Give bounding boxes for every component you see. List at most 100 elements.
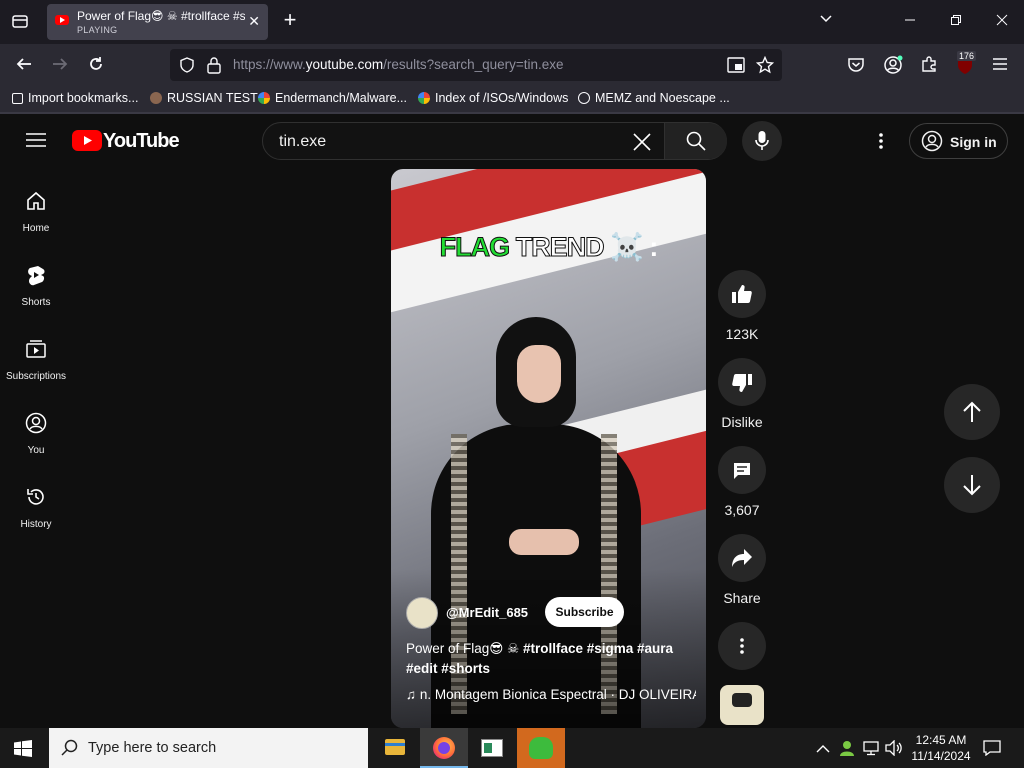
forward-icon[interactable] [50,55,70,79]
address-bar[interactable]: https://www.youtube.com/results?search_q… [170,49,782,81]
notification-center-icon[interactable] [983,740,1001,761]
url-text[interactable]: https://www.youtube.com/results?search_q… [233,57,564,72]
channel-avatar[interactable] [406,597,438,629]
game-app-taskbar-icon[interactable] [517,728,565,768]
sound-source-thumbnail[interactable] [720,685,764,725]
video-overlay-text: FLAG TREND ☠️ : [391,231,706,263]
arrow-up-icon [963,401,981,422]
account-circle-icon [921,130,943,152]
bookmark-import[interactable]: Import bookmarks... [12,91,138,105]
chevron-up-icon[interactable] [816,741,830,759]
voice-search-button[interactable] [742,121,782,161]
sidebar-label: Subscriptions [5,371,67,382]
shield-icon[interactable] [179,57,195,78]
person-face [517,345,561,403]
bookmark-endermanch[interactable]: Endermanch/Malware... [258,91,407,105]
minimize-window-icon[interactable] [900,12,920,32]
system-clock[interactable]: 12:45 AM 11/14/2024 [910,732,972,764]
tab-playing-status: PLAYING [77,25,118,35]
like-count: 123K [725,326,759,342]
new-tab-button[interactable]: + [280,9,300,31]
reload-icon[interactable] [86,55,106,79]
previous-short-button[interactable] [944,384,1000,440]
dislike-circle[interactable] [718,358,766,406]
sidebar-item-you[interactable]: You [0,412,72,456]
search-input[interactable]: tin.exe [279,133,326,151]
share-label: Share [723,590,761,606]
close-window-icon[interactable] [992,12,1012,32]
list-all-tabs-icon[interactable] [10,12,30,36]
guide-menu-icon[interactable] [26,132,46,153]
video-music-track[interactable]: ♫ n. Montagem Bionica Espectral · DJ OLI… [406,687,696,702]
browser-tab-active[interactable]: Power of Flag😎 ☠ #trollface #sigma #aura… [47,4,268,40]
thumbnail-figure [732,693,752,707]
url-prefix: https://www. [233,57,306,72]
bookmark-russian-test[interactable]: RUSSIAN TEST [150,91,258,105]
url-host: youtube.com [305,57,384,72]
taskbar-search-placeholder: Type here to search [88,740,217,756]
windows-start-icon[interactable] [14,740,32,762]
restore-window-icon[interactable] [946,12,966,32]
windows-taskbar: Type here to search 12:45 AM 11/14/2024 [0,728,1024,768]
bookmark-isos-windows[interactable]: Index of /ISOs/Windows [418,91,568,105]
hamburger-menu-icon[interactable] [992,56,1008,77]
lock-icon[interactable] [206,56,222,79]
search-icon [686,131,706,151]
clear-search-icon[interactable] [633,133,651,156]
import-icon [12,93,23,104]
user-people-tray-icon[interactable] [838,739,856,762]
search-box[interactable]: tin.exe [262,122,727,160]
like-circle[interactable] [718,270,766,318]
sidebar-item-history[interactable]: History [0,486,72,530]
pocket-icon[interactable] [847,56,865,79]
shorts-video-player[interactable]: FLAG TREND ☠️ : @MrEdit_685 Subscribe Po… [391,169,706,728]
subscriptions-icon [26,340,46,358]
person-hands [509,529,579,555]
ublock-origin-icon[interactable]: 176 [955,51,977,75]
more-actions-circle[interactable] [718,622,766,670]
channel-name[interactable]: @MrEdit_685 [446,605,528,620]
sidebar-item-subscriptions[interactable]: Subscriptions [0,338,72,382]
home-icon [27,191,45,210]
picture-in-picture-icon[interactable] [727,57,745,78]
bookmark-label: MEMZ and Noescape ... [595,91,730,105]
back-icon[interactable] [14,55,34,79]
sidebar-item-shorts[interactable]: Shorts [0,264,72,308]
tab-title: Power of Flag😎 ☠ #trollface #sigma #aura [77,9,245,23]
next-short-button[interactable] [944,457,1000,513]
app-window-taskbar-icon[interactable] [468,728,516,768]
account-icon[interactable] [883,55,903,80]
thumbs-down-icon [732,374,752,392]
video-title[interactable]: Power of Flag😎 ☠ #trollface #sigma #aura… [406,639,696,679]
more-options-icon[interactable] [878,132,884,155]
subscribe-button[interactable]: Subscribe [545,597,624,627]
sidebar-item-home[interactable]: Home [0,190,72,234]
comments-button[interactable]: 3,607 [718,446,766,518]
extensions-icon[interactable] [920,55,938,78]
bookmark-label: RUSSIAN TEST [167,91,258,105]
file-explorer-taskbar-icon[interactable] [371,728,419,768]
sidebar-label: You [27,445,45,456]
more-vertical-icon [740,638,744,654]
share-circle[interactable] [718,534,766,582]
bookmark-memz[interactable]: MEMZ and Noescape ... [578,91,730,105]
youtube-logo-text: YouTube [103,130,180,152]
clock-date: 11/14/2024 [911,749,971,763]
bookmark-label: Endermanch/Malware... [275,91,408,105]
share-button[interactable]: Share [718,534,766,606]
volume-icon[interactable] [885,739,903,761]
firefox-taskbar-icon[interactable] [420,728,468,768]
taskbar-search-box[interactable]: Type here to search [49,728,368,768]
search-button[interactable] [664,123,727,159]
network-icon[interactable] [862,740,880,761]
comments-circle[interactable] [718,446,766,494]
comment-count: 3,607 [724,502,760,518]
tab-close-icon[interactable]: ✕ [248,13,260,30]
dislike-button[interactable]: Dislike [718,358,766,430]
sign-in-button[interactable]: Sign in [909,123,1008,159]
chevron-down-icon[interactable] [816,12,836,32]
more-actions-button[interactable] [718,622,766,670]
like-button[interactable]: 123K [718,270,766,342]
history-icon [27,489,44,505]
bookmark-star-icon[interactable] [755,55,775,79]
